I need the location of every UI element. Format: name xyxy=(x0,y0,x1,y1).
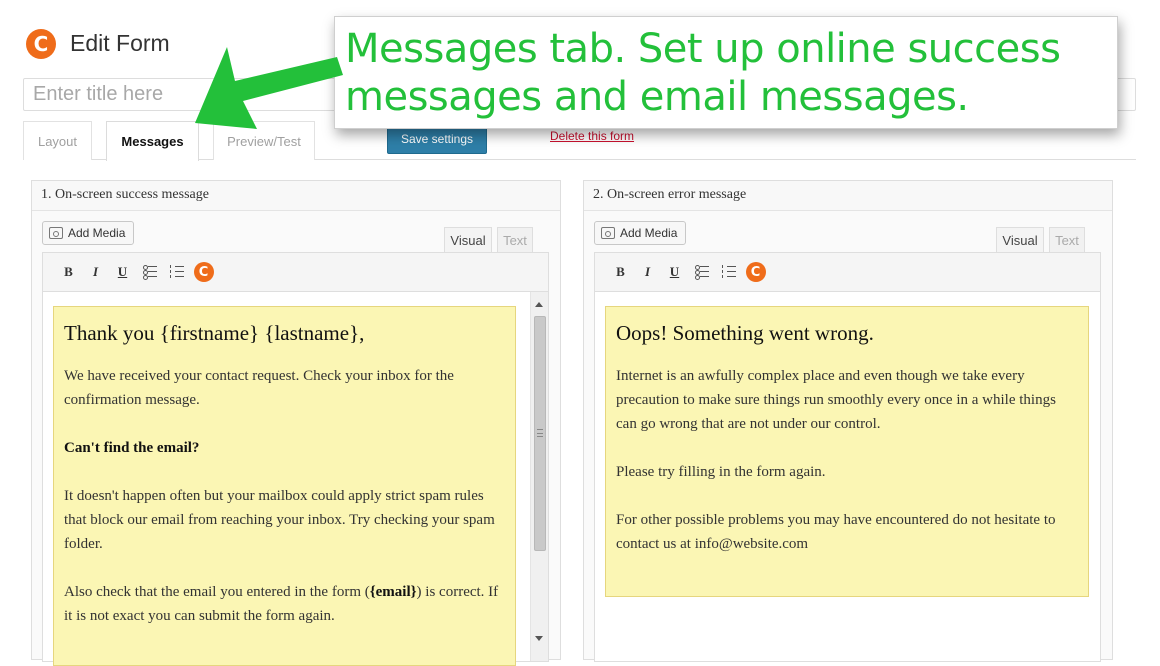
panel-title: 1. On-screen success message xyxy=(32,181,560,211)
editor-scrollbar[interactable] xyxy=(530,292,548,661)
add-media-button[interactable]: Add Media xyxy=(594,221,687,245)
numbered-list-icon xyxy=(169,265,184,278)
numbered-list-button[interactable] xyxy=(163,260,190,284)
editor-toolbar: B I U C xyxy=(594,252,1101,292)
tab-layout[interactable]: Layout xyxy=(23,121,92,160)
tab-messages[interactable]: Messages xyxy=(106,121,199,161)
tab-text[interactable]: Text xyxy=(1049,227,1085,252)
message-paragraph: It doesn't happen often but your mailbox… xyxy=(64,488,495,552)
media-icon xyxy=(601,227,615,239)
annotation-arrow-icon xyxy=(195,47,343,129)
editor-content[interactable]: Oops! Something went wrong. Internet is … xyxy=(605,306,1089,597)
editor-content[interactable]: Thank you {firstname} {lastname}, We hav… xyxy=(53,306,516,666)
underline-button[interactable]: U xyxy=(109,260,136,284)
add-media-label: Add Media xyxy=(620,226,678,240)
plugin-c-button[interactable]: C xyxy=(742,260,769,284)
bold-button[interactable]: B xyxy=(607,260,634,284)
scroll-thumb[interactable] xyxy=(534,316,546,551)
page-title: Edit Form xyxy=(70,30,170,56)
add-media-button[interactable]: Add Media xyxy=(42,221,135,245)
bold-button[interactable]: B xyxy=(55,260,82,284)
bullet-list-button[interactable] xyxy=(688,260,715,284)
app-logo-icon: C xyxy=(26,29,56,59)
tab-visual[interactable]: Visual xyxy=(444,227,492,252)
message-paragraph: We have received your contact request. C… xyxy=(64,368,454,408)
tab-visual[interactable]: Visual xyxy=(996,227,1044,252)
editor-area[interactable]: Oops! Something went wrong. Internet is … xyxy=(594,292,1101,662)
message-subheading: Can't find the email? xyxy=(64,440,200,456)
success-message-panel: 1. On-screen success message Add Media V… xyxy=(31,180,561,666)
message-heading: Oops! Something went wrong. xyxy=(616,321,874,345)
message-paragraph: For other possible problems you may have… xyxy=(616,512,1056,552)
panel-title: 2. On-screen error message xyxy=(584,181,1112,211)
numbered-list-icon xyxy=(721,265,736,278)
message-paragraph: Also check that the email you entered in… xyxy=(64,584,499,624)
email-variable: {email} xyxy=(369,584,417,600)
annotation-callout: Messages tab. Set up online success mess… xyxy=(334,16,1118,129)
plugin-c-button[interactable]: C xyxy=(190,260,217,284)
editor-area[interactable]: Thank you {firstname} {lastname}, We hav… xyxy=(42,292,549,666)
callout-line-2: messages and email messages. xyxy=(345,74,969,120)
scroll-up-icon[interactable] xyxy=(535,302,543,307)
plugin-c-icon: C xyxy=(745,262,766,282)
italic-button[interactable]: I xyxy=(634,260,661,284)
bullet-list-button[interactable] xyxy=(136,260,163,284)
plugin-c-icon: C xyxy=(193,262,214,282)
message-paragraph: Internet is an awfully complex place and… xyxy=(616,368,1056,432)
delete-form-link[interactable]: Delete this form xyxy=(550,129,634,143)
underline-button[interactable]: U xyxy=(661,260,688,284)
error-message-panel: 2. On-screen error message Add Media Vis… xyxy=(583,180,1113,662)
bullet-list-icon xyxy=(142,265,157,280)
scroll-down-icon[interactable] xyxy=(535,636,543,641)
callout-line-1: Messages tab. Set up online success xyxy=(345,26,1061,72)
italic-button[interactable]: I xyxy=(82,260,109,284)
grip-icon xyxy=(537,429,543,437)
numbered-list-button[interactable] xyxy=(715,260,742,284)
bullet-list-icon xyxy=(694,265,709,280)
add-media-label: Add Media xyxy=(68,226,126,240)
tab-text[interactable]: Text xyxy=(497,227,533,252)
editor-toolbar: B I U C xyxy=(42,252,549,292)
media-icon xyxy=(49,227,63,239)
message-paragraph: Please try filling in the form again. xyxy=(616,464,826,480)
message-heading: Thank you {firstname} {lastname}, xyxy=(64,321,365,345)
